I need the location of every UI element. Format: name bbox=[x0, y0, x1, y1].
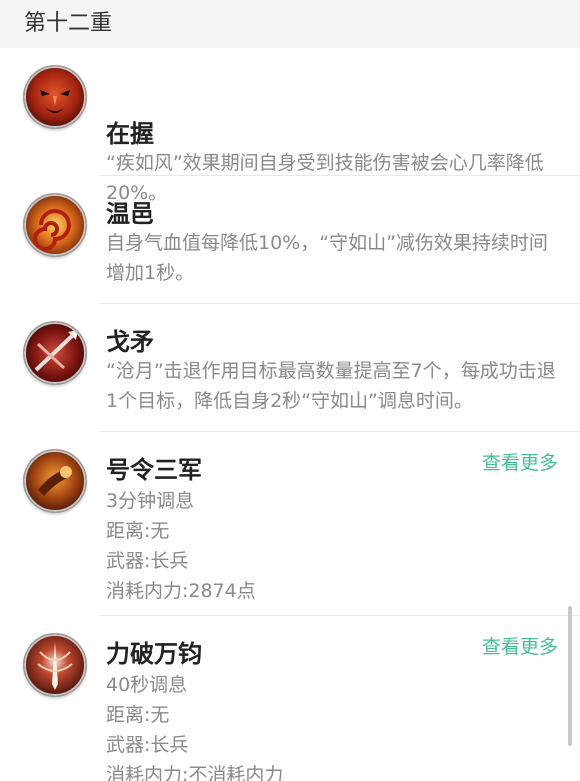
section-title: 第十二重 bbox=[24, 11, 113, 36]
cost-text: 消耗内力:2874点 bbox=[106, 580, 256, 602]
flame-spiral-icon bbox=[24, 194, 86, 256]
view-more-link[interactable]: 查看更多 bbox=[482, 448, 558, 475]
section-header: 第十二重 bbox=[0, 0, 580, 48]
weapon-text: 武器:长兵 bbox=[106, 734, 189, 756]
skill-item: 戈矛 “沧月”击退作用目标最高数量提高至7个，每成功击退1个目标，降低自身2秒“… bbox=[0, 304, 580, 432]
cooldown-text: 40秒调息 bbox=[106, 674, 188, 696]
skill-name: 在握 bbox=[106, 120, 154, 148]
skill-list-page: 第十二重 在握 “疾如风”效果期间自身受到技能伤害被会心几率降低20%。 温邑 … bbox=[0, 0, 580, 781]
cooldown-text: 3分钟调息 bbox=[106, 490, 195, 512]
weapon-text: 武器:长兵 bbox=[106, 550, 189, 572]
view-more-link[interactable]: 查看更多 bbox=[482, 632, 558, 659]
skill-item: 在握 “疾如风”效果期间自身受到技能伤害被会心几率降低20%。 bbox=[0, 48, 580, 204]
skill-name: 号令三军 bbox=[106, 456, 202, 484]
skill-description: 自身气血值每降低10%，“守如山”减伤效果持续时间增加1秒。 bbox=[106, 232, 548, 284]
range-text: 距离:无 bbox=[106, 520, 170, 542]
war-horn-icon bbox=[24, 450, 86, 512]
skill-name: 温邑 bbox=[106, 200, 154, 228]
range-text: 距离:无 bbox=[106, 704, 170, 726]
skill-name: 力破万钧 bbox=[106, 640, 202, 668]
spear-burst-icon bbox=[24, 634, 86, 696]
crossed-spear-icon bbox=[24, 322, 86, 384]
skill-item: 力破万钧 查看更多 40秒调息 距离:无 武器:长兵 消耗内力:不消耗内力 bbox=[0, 616, 580, 781]
scrollbar[interactable] bbox=[568, 606, 572, 746]
skill-name: 戈矛 bbox=[106, 328, 154, 356]
skill-item: 温邑 自身气血值每降低10%，“守如山”减伤效果持续时间增加1秒。 bbox=[0, 176, 580, 304]
red-warrior-face-icon bbox=[24, 66, 86, 128]
cost-text: 消耗内力:不消耗内力 bbox=[106, 764, 284, 781]
skill-description: “沧月”击退作用目标最高数量提高至7个，每成功击退1个目标，降低自身2秒“守如山… bbox=[106, 360, 556, 412]
skill-item: 号令三军 查看更多 3分钟调息 距离:无 武器:长兵 消耗内力:2874点 bbox=[0, 432, 580, 616]
